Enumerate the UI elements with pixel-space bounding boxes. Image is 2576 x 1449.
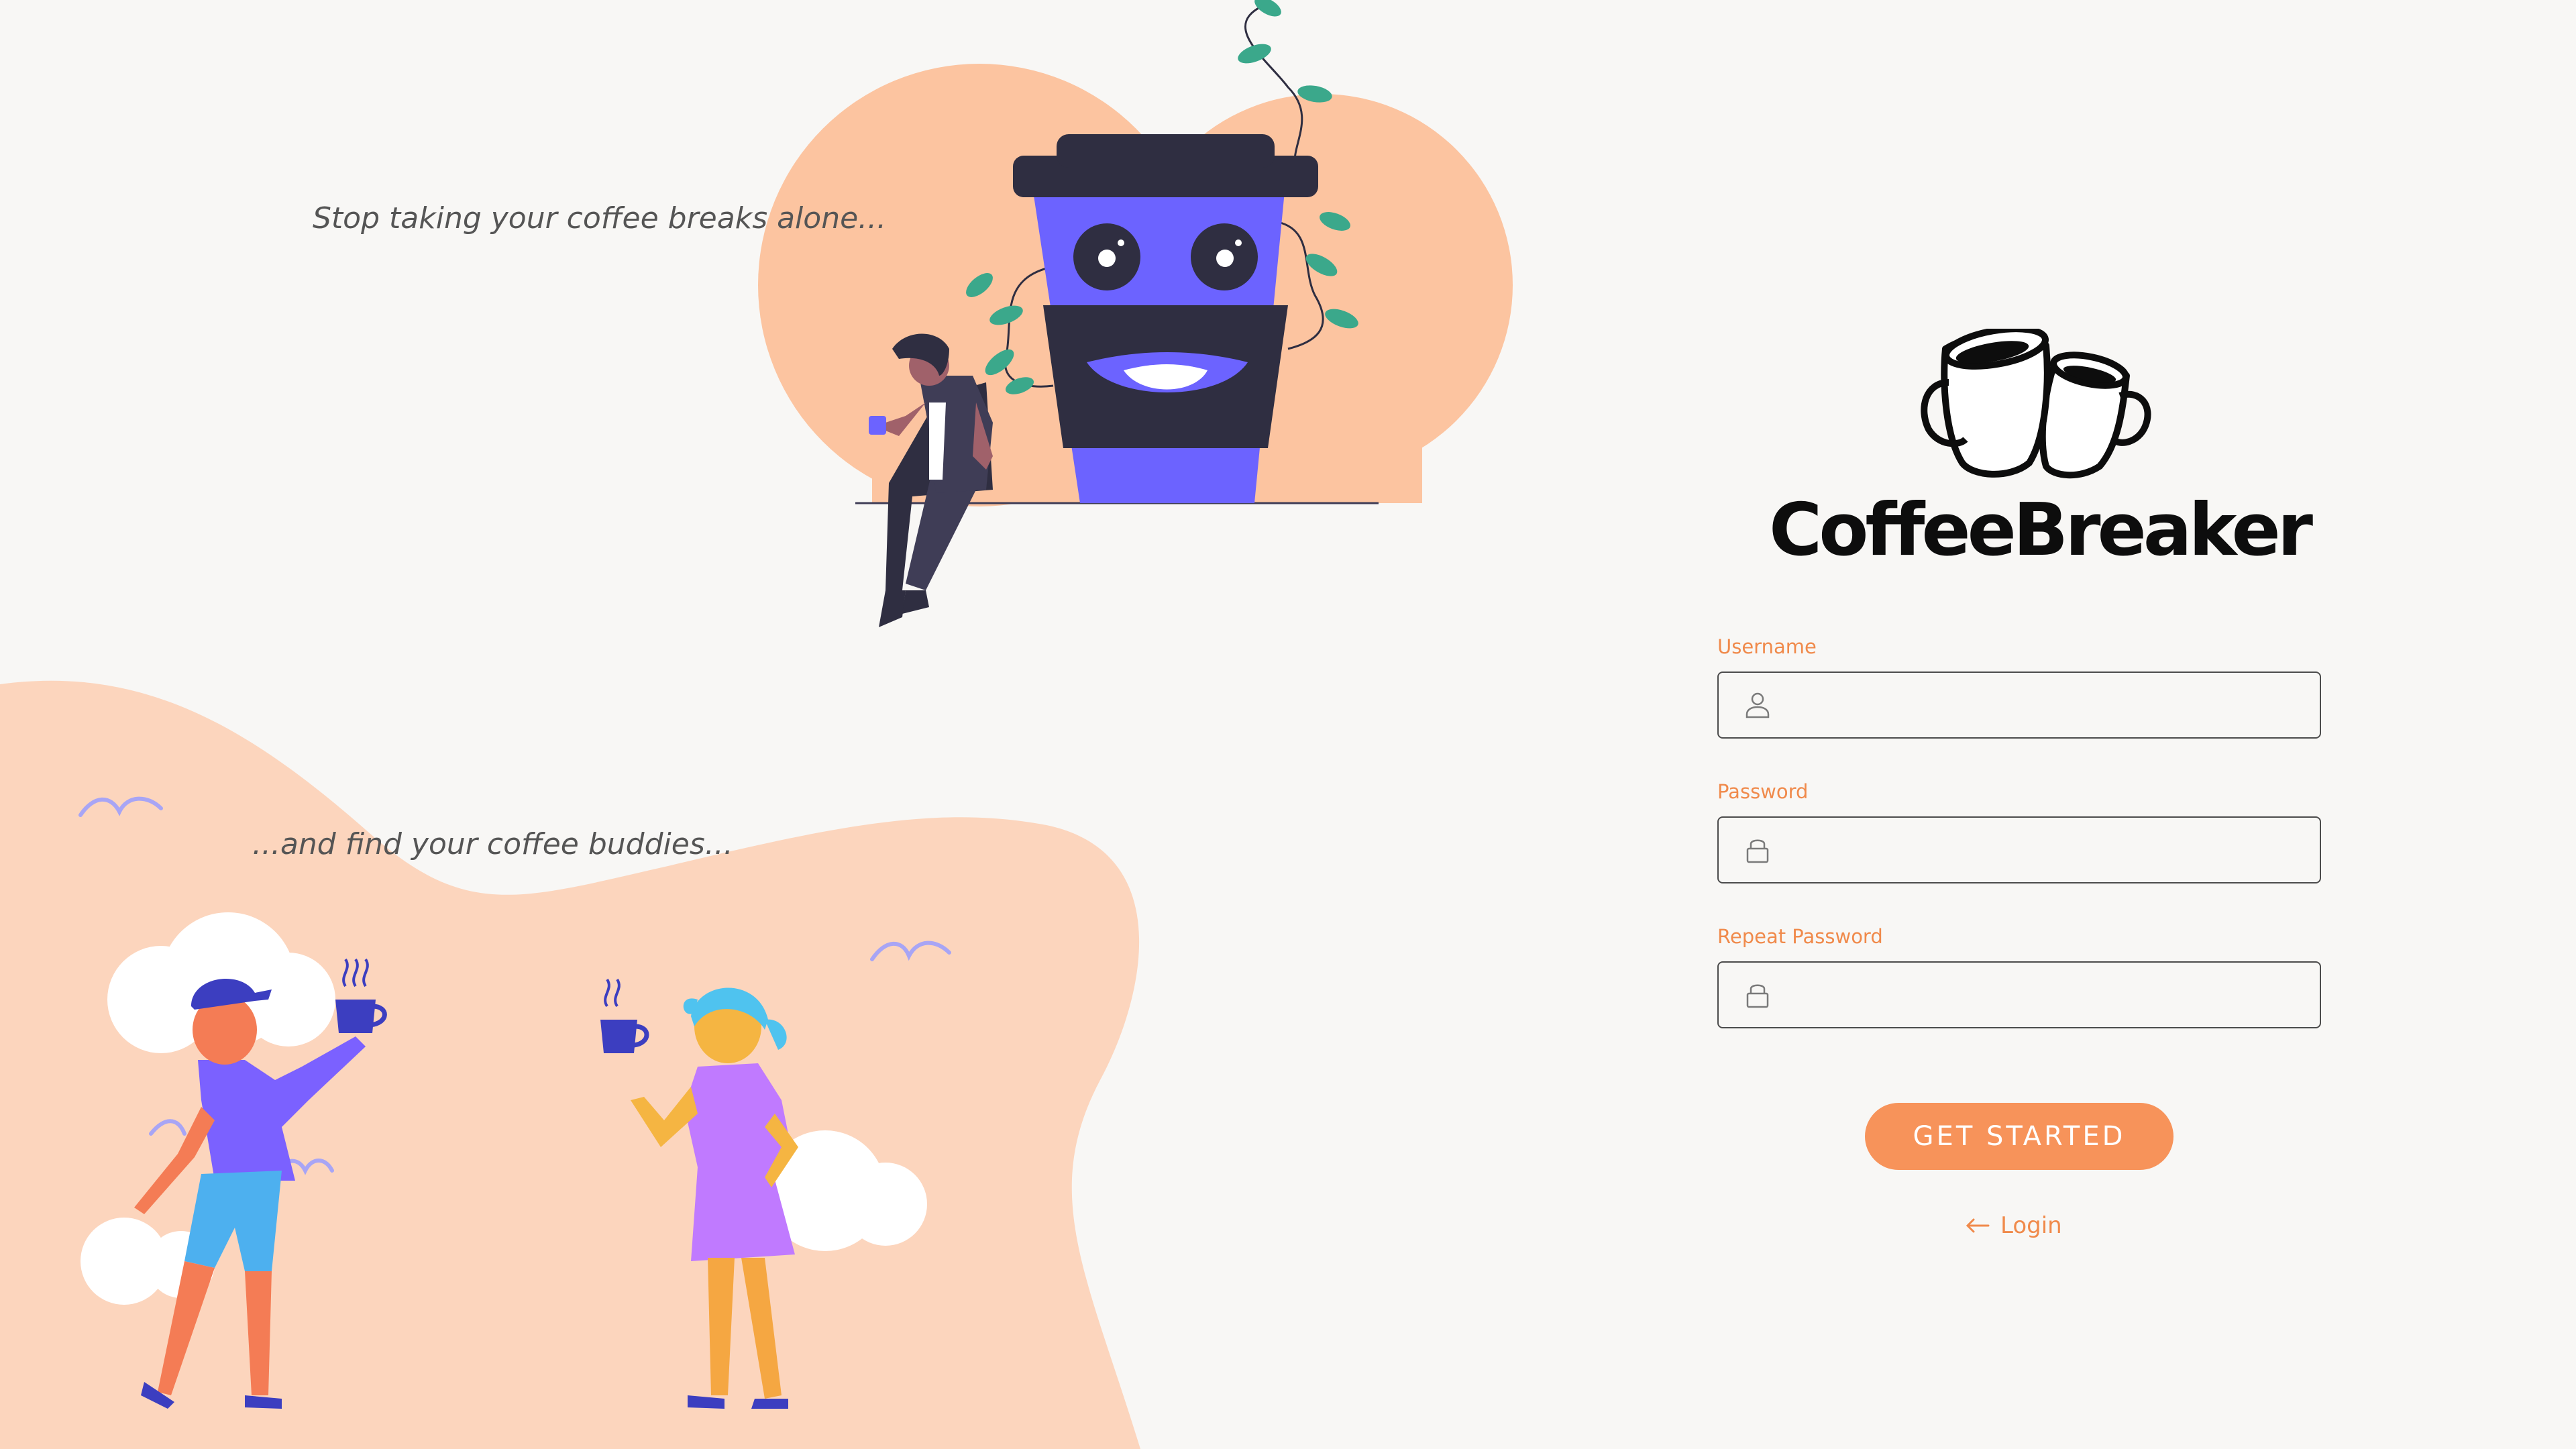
two-coffee-cups-icon: [1921, 329, 2151, 479]
login-link-label: Login: [2000, 1212, 2062, 1239]
brand: CoffeeBreaker: [1704, 329, 2375, 571]
repeat-password-field-group: Repeat Password: [1717, 927, 2321, 1072]
password-field-group: Password: [1717, 782, 2321, 927]
username-input[interactable]: [1792, 673, 2305, 739]
repeat-password-input[interactable]: [1792, 963, 2305, 1028]
username-label: Username: [1717, 635, 1817, 658]
username-input-box: [1717, 672, 2321, 739]
brand-name: CoffeeBreaker: [1768, 488, 2313, 572]
lock-icon: [1746, 984, 1769, 1008]
password-input[interactable]: [1792, 818, 2305, 883]
login-link[interactable]: Login: [1966, 1209, 2073, 1242]
get-started-button[interactable]: GET STARTED: [1865, 1103, 2174, 1170]
user-icon: [1746, 692, 1770, 718]
repeat-password-input-box: [1717, 961, 2321, 1028]
repeat-password-label: Repeat Password: [1717, 925, 1883, 948]
username-field-group: Username: [1717, 637, 2321, 782]
signup-form: Username Password Repeat Password GET ST…: [1717, 637, 2321, 1170]
lock-icon: [1746, 839, 1769, 863]
tagline-top: Stop taking your coffee breaks alone...: [313, 201, 887, 235]
arrow-left-icon: [1966, 1218, 1990, 1233]
password-input-box: [1717, 816, 2321, 883]
tagline-bottom: ...and find your coffee buddies...: [252, 827, 733, 861]
password-label: Password: [1717, 780, 1809, 803]
